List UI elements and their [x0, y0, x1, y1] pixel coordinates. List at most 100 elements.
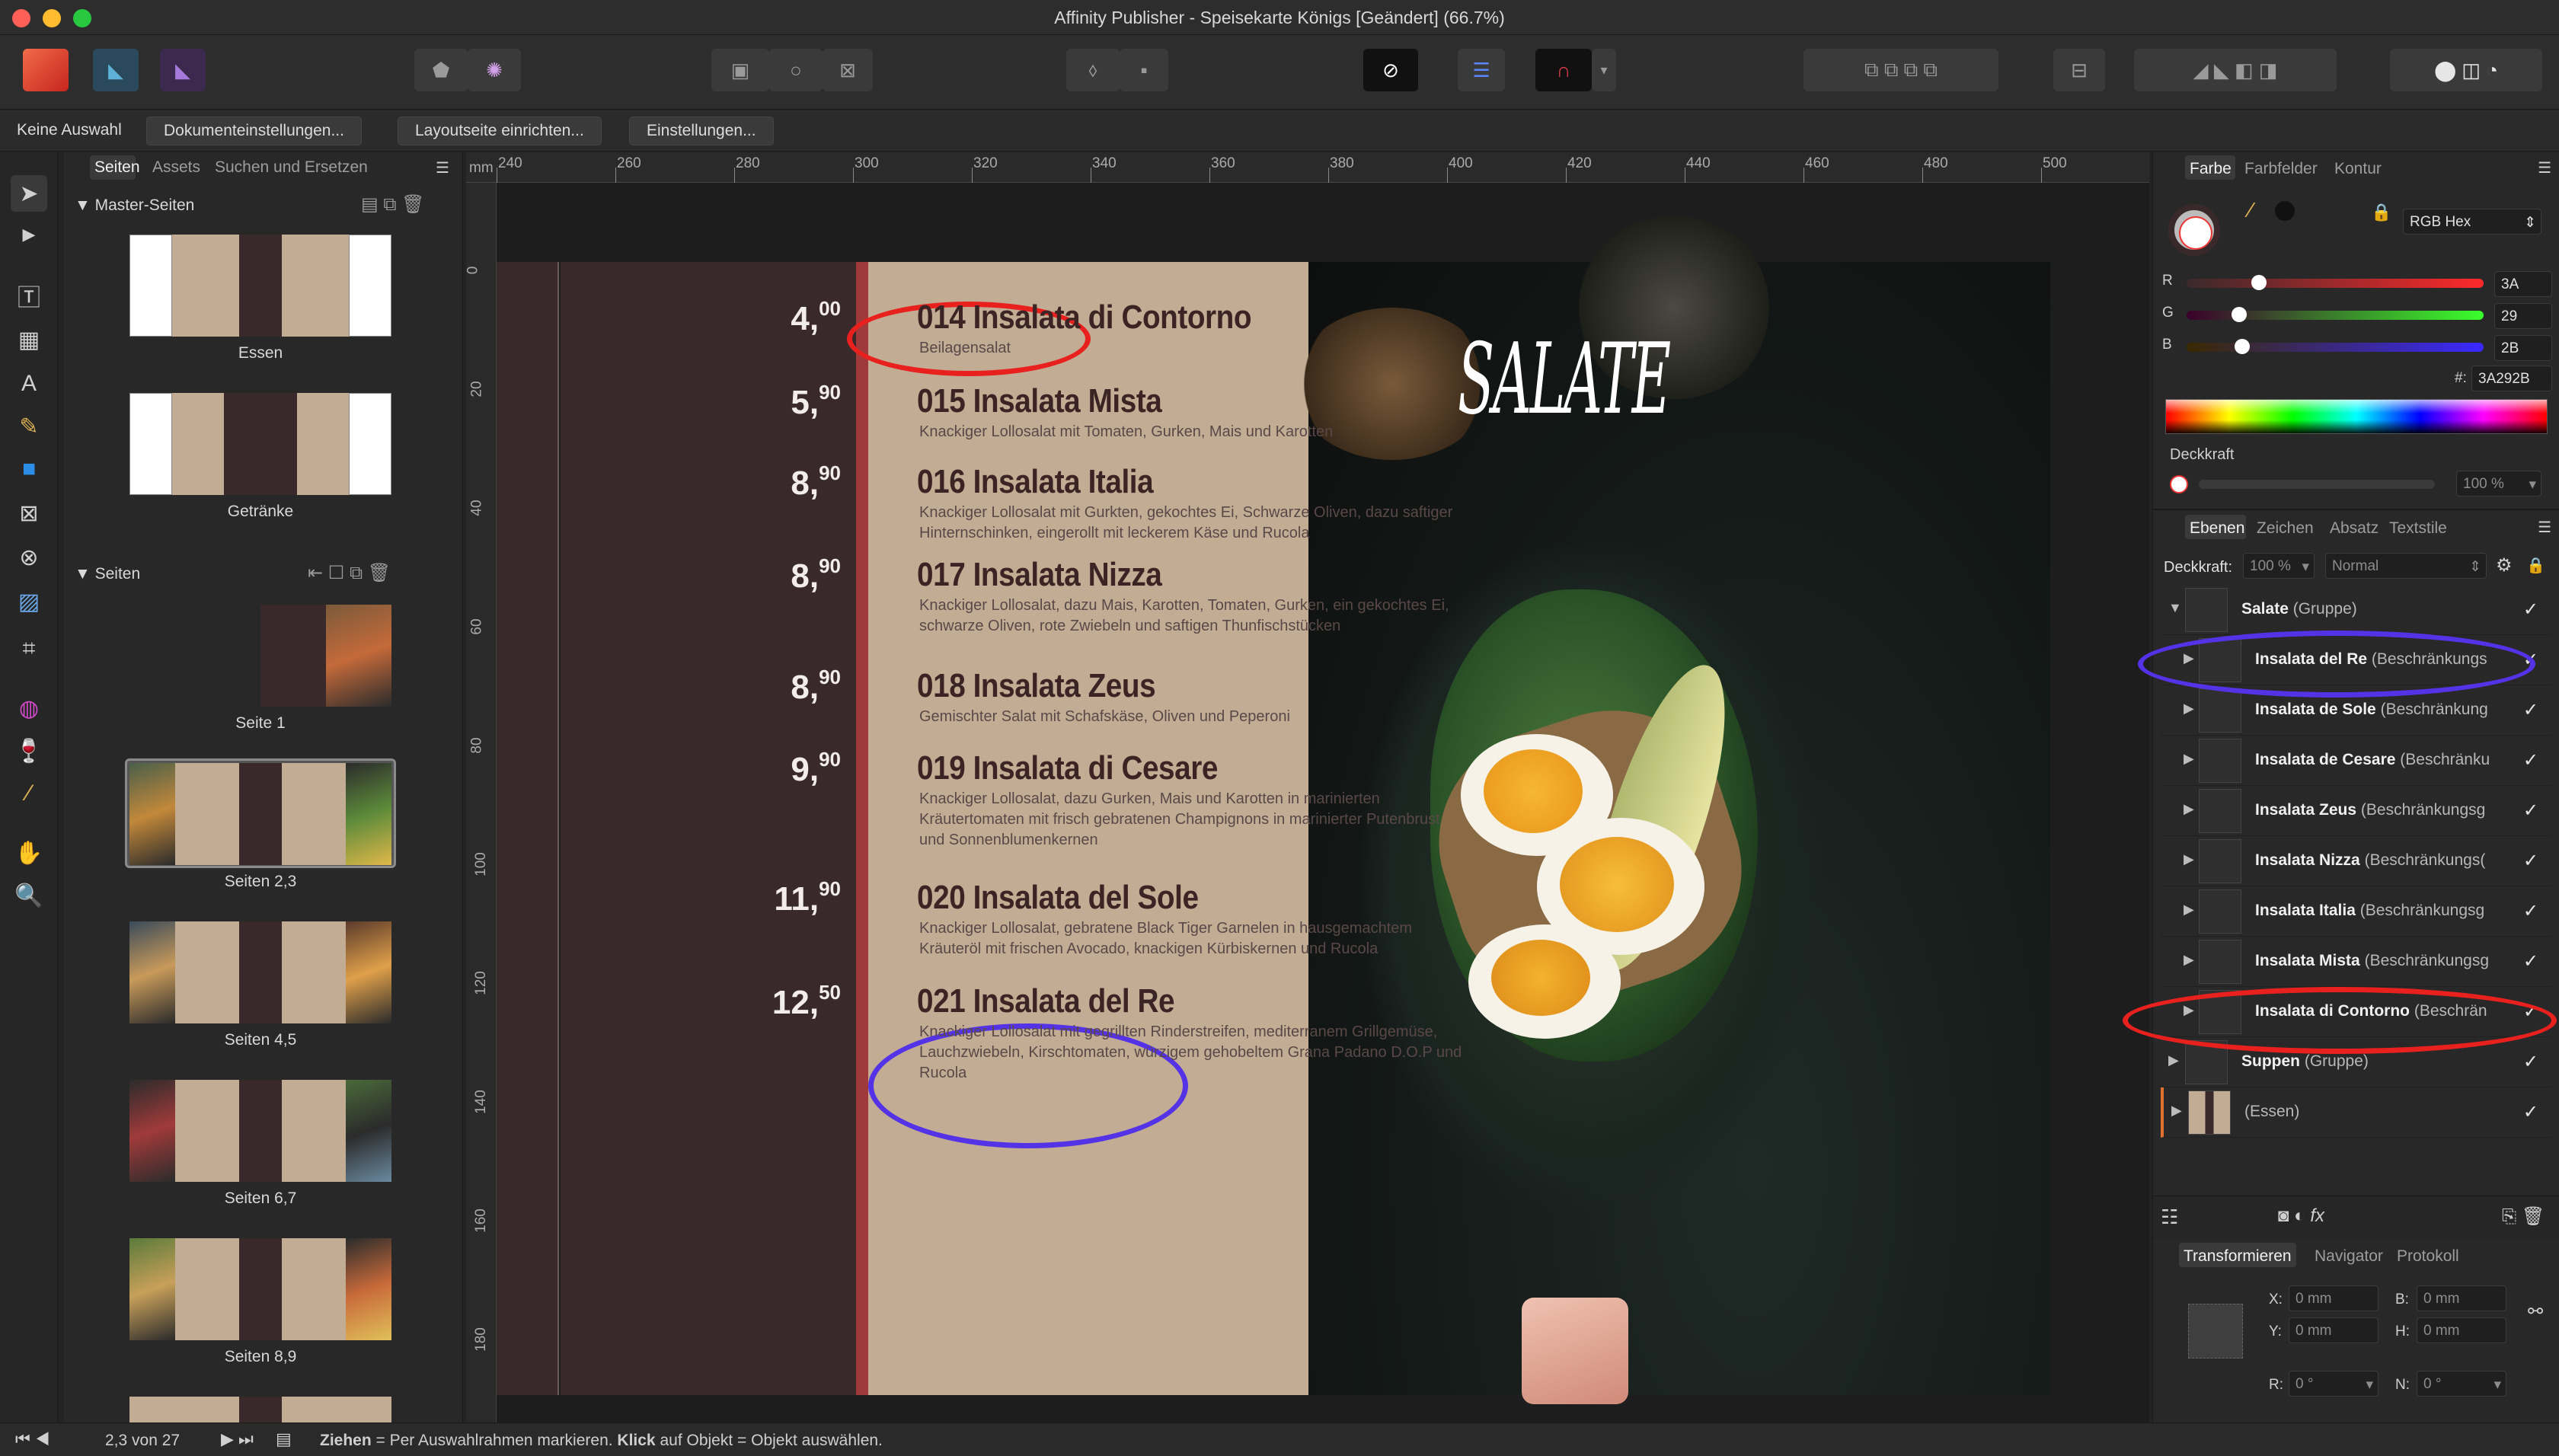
dish-name[interactable]: 021 Insalata del Re	[917, 982, 1175, 1020]
fill-tool-icon[interactable]: ◍	[11, 690, 47, 726]
arrange-icon[interactable]: ⧉ ⧉ ⧉ ⧉	[1803, 49, 1998, 91]
page-nav-forward-icons[interactable]: ▶ ⏭	[221, 1429, 254, 1449]
tab-color[interactable]: Farbe	[2190, 160, 2232, 178]
visibility-checkbox[interactable]: ✓	[2523, 950, 2538, 972]
rotation-field[interactable]: 0 ° ▾	[2289, 1371, 2378, 1397]
move-tool-icon[interactable]: ➤	[11, 175, 47, 212]
disclosure-triangle-icon[interactable]: ▼	[2168, 600, 2182, 616]
disclosure-triangle-icon[interactable]: ▶	[2184, 701, 2194, 717]
visibility-checkbox[interactable]: ✓	[2523, 1051, 2538, 1073]
dish-description[interactable]: Beilagensalat	[919, 338, 1468, 359]
hex-value-field[interactable]: 3A292B	[2471, 366, 2552, 391]
align-icon[interactable]: ⊟	[2053, 49, 2105, 91]
dish-name[interactable]: 015 Insalata Mista	[917, 382, 1162, 420]
picture-frame-ellipse-icon[interactable]: ⊗	[11, 539, 47, 576]
add-delete-layer-icon[interactable]: ⎘ 🗑	[2502, 1205, 2545, 1228]
table-tool-icon[interactable]: ▦	[11, 321, 47, 358]
photo-persona-icon[interactable]: ◣	[160, 49, 206, 91]
anchor-point-selector[interactable]	[2188, 1304, 2243, 1359]
picked-color-swatch[interactable]	[2275, 201, 2295, 221]
hyperlink-icon[interactable]: ⊘	[1363, 49, 1418, 91]
master-thumb-essen[interactable]	[129, 235, 391, 337]
boolean-ops-icon[interactable]: ⬤ ◫ ◔	[2390, 49, 2542, 91]
dish-name[interactable]: 017 Insalata Nizza	[917, 556, 1162, 594]
master-pages-header[interactable]: ▼ Master-Seiten	[75, 196, 194, 215]
dish-description[interactable]: Knackiger Lollosalat mit Tomaten, Gurken…	[919, 422, 1468, 442]
tab-stroke[interactable]: Kontur	[2334, 160, 2382, 178]
tab-find-replace[interactable]: Suchen und Ersetzen	[215, 158, 368, 177]
document-setup-button[interactable]: Dokumenteinstellungen...	[146, 117, 362, 145]
lock-icon[interactable]: 🔒	[2371, 203, 2391, 222]
width-field[interactable]: 0 mm	[2417, 1285, 2506, 1311]
visibility-checkbox[interactable]: ✓	[2523, 699, 2538, 721]
publisher-persona-icon[interactable]	[23, 49, 69, 91]
rectangle-tool-icon[interactable]: ■	[11, 451, 47, 487]
layer-stack-icon[interactable]: ☷	[2161, 1205, 2178, 1229]
preferences-button[interactable]: Einstellungen...	[629, 117, 774, 145]
tab-layers[interactable]: Ebenen	[2190, 519, 2244, 538]
tab-assets[interactable]: Assets	[152, 158, 200, 177]
panel-menu-icon[interactable]: ☰	[2538, 518, 2551, 537]
master-thumb-getraenke[interactable]	[129, 393, 391, 495]
tab-character[interactable]: Zeichen	[2257, 519, 2314, 538]
page-thumb-8-9[interactable]	[129, 1238, 391, 1340]
slider-green[interactable]	[2187, 307, 2484, 322]
snapping-dropdown-icon[interactable]: ▾	[1592, 49, 1616, 91]
slider-blue-knob[interactable]	[2234, 339, 2250, 354]
tab-paragraph[interactable]: Absatz	[2330, 519, 2378, 538]
layer-row-child[interactable]: ▶ Insalata Mista (Beschränkungsg ✓	[2161, 937, 2552, 987]
red-value-field[interactable]: 3A	[2494, 271, 2552, 297]
preflight-icon[interactable]: ⬟	[414, 49, 468, 91]
disclosure-triangle-icon[interactable]: ▶	[2184, 902, 2194, 918]
zoom-tool-icon[interactable]: 🔍	[11, 877, 47, 914]
disclosure-triangle-icon[interactable]: ▶	[2184, 801, 2194, 817]
menu-spread[interactable]: SALATE 4,00 014 Insalata di Contorno Beila…	[497, 216, 2050, 1404]
visibility-checkbox[interactable]: ✓	[2523, 599, 2538, 621]
vertical-ruler[interactable]: 0 20 40 60 80 100 120 140 160 180	[465, 183, 497, 1422]
crop-tool-icon[interactable]: ⌗	[11, 631, 47, 667]
layer-row[interactable]: ▼ Salate (Gruppe) ✓	[2161, 585, 2552, 635]
dish-name[interactable]: 018 Insalata Zeus	[917, 667, 1156, 705]
color-spectrum[interactable]	[2165, 399, 2548, 434]
disclosure-triangle-icon[interactable]: ▶	[2171, 1103, 2182, 1119]
preview-mode-icon[interactable]: ○	[769, 49, 823, 91]
visibility-checkbox[interactable]: ✓	[2523, 850, 2538, 872]
hand-tool-icon[interactable]: ✋	[11, 835, 47, 871]
slider-blue[interactable]	[2187, 339, 2484, 354]
transform-icon[interactable]: ◢ ◣ ◧ ◨	[2134, 49, 2337, 91]
page-thumb-10-11[interactable]	[129, 1397, 391, 1422]
visibility-checkbox[interactable]: ✓	[2523, 800, 2538, 822]
dish-name[interactable]: 020 Insalata del Sole	[917, 879, 1199, 917]
layer-row-child[interactable]: ▶ Insalata Nizza (Beschränkungs(✓	[2161, 836, 2552, 886]
dish-description[interactable]: Knackiger Lollosalat mit Gurkten, gekoch…	[919, 503, 1468, 544]
picture-frame-rect-icon[interactable]: ⊠	[11, 495, 47, 532]
page-thumb-1[interactable]	[260, 605, 391, 707]
page-thumb-2-3[interactable]	[129, 763, 391, 865]
color-model-select[interactable]: RGB Hex ⇕	[2403, 209, 2541, 235]
lock-icon[interactable]: 🔒	[2526, 556, 2545, 575]
transparency-tool-icon[interactable]: 🍷	[11, 733, 47, 769]
tab-navigator[interactable]: Navigator	[2315, 1247, 2383, 1266]
layer-row-child[interactable]: ▶ Insalata Italia (Beschränkungsg ✓	[2161, 886, 2552, 937]
stroke-none-well[interactable]	[2179, 216, 2212, 250]
slider-green-knob[interactable]	[2232, 307, 2248, 322]
opacity-field[interactable]: 100 % ▾	[2456, 471, 2541, 497]
shear-field[interactable]: 0 ° ▾	[2417, 1371, 2506, 1397]
opacity-slider[interactable]	[2199, 480, 2435, 489]
blend-mode-select[interactable]: Normal ⇕	[2325, 553, 2487, 579]
pages-header[interactable]: ▼ Seiten	[75, 565, 140, 583]
node-tool-icon[interactable]: ▶	[11, 216, 47, 253]
designer-persona-icon[interactable]: ◣	[93, 49, 139, 91]
tab-pages[interactable]: Seiten	[94, 158, 140, 177]
mask-icon[interactable]: ◙ ◐ fx	[2278, 1205, 2324, 1227]
dish-name[interactable]: 016 Insalata Italia	[917, 463, 1154, 501]
artistic-text-tool-icon[interactable]: A	[11, 366, 47, 402]
dish-description[interactable]: Gemischter Salat mit Schafskäse, Oliven …	[919, 707, 1468, 727]
layer-row[interactable]: ▶ (Essen) ✓	[2161, 1087, 2552, 1138]
baseline-grid-icon[interactable]: ☰	[1458, 49, 1505, 91]
tab-swatches[interactable]: Farbfelder	[2244, 160, 2318, 178]
page-thumb-4-5[interactable]	[129, 921, 391, 1023]
dish-description[interactable]: Knackiger Lollosalat, gebratene Black Ti…	[919, 918, 1468, 959]
dish-name[interactable]: 014 Insalata di Contorno	[917, 299, 1252, 337]
frame-icon[interactable]: ▪	[1120, 49, 1168, 91]
